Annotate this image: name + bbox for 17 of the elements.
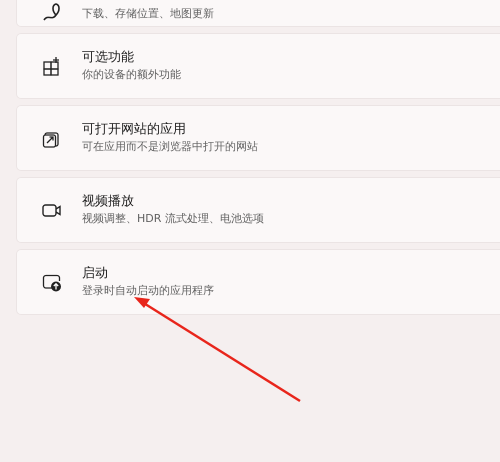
startup-icon xyxy=(42,272,62,292)
setting-card[interactable]: 启动 登录时自动启动的应用程序 xyxy=(16,249,500,315)
setting-title: 视频播放 xyxy=(82,193,135,211)
setting-title: 可选功能 xyxy=(82,49,135,67)
setting-description: 登录时自动启动的应用程序 xyxy=(82,283,214,299)
setting-card[interactable]: 视频播放 视频调整、HDR 流式处理、电池选项 xyxy=(16,177,500,243)
setting-description: 可在应用而不是浏览器中打开的网站 xyxy=(82,139,258,155)
setting-title: 启动 xyxy=(82,265,109,283)
setting-description: 你的设备的额外功能 xyxy=(82,67,181,83)
grid-plus-icon xyxy=(42,56,62,76)
setting-description: 下载、存储位置、地图更新 xyxy=(82,6,214,22)
map-pin-icon xyxy=(42,2,62,22)
setting-card[interactable]: 下载、存储位置、地图更新 xyxy=(16,0,500,27)
setting-card[interactable]: 可选功能 你的设备的额外功能 xyxy=(16,33,500,99)
setting-card[interactable]: 可打开网站的应用 可在应用而不是浏览器中打开的网站 xyxy=(16,105,500,171)
setting-description: 视频调整、HDR 流式处理、电池选项 xyxy=(82,211,264,227)
setting-title: 可打开网站的应用 xyxy=(82,121,187,139)
